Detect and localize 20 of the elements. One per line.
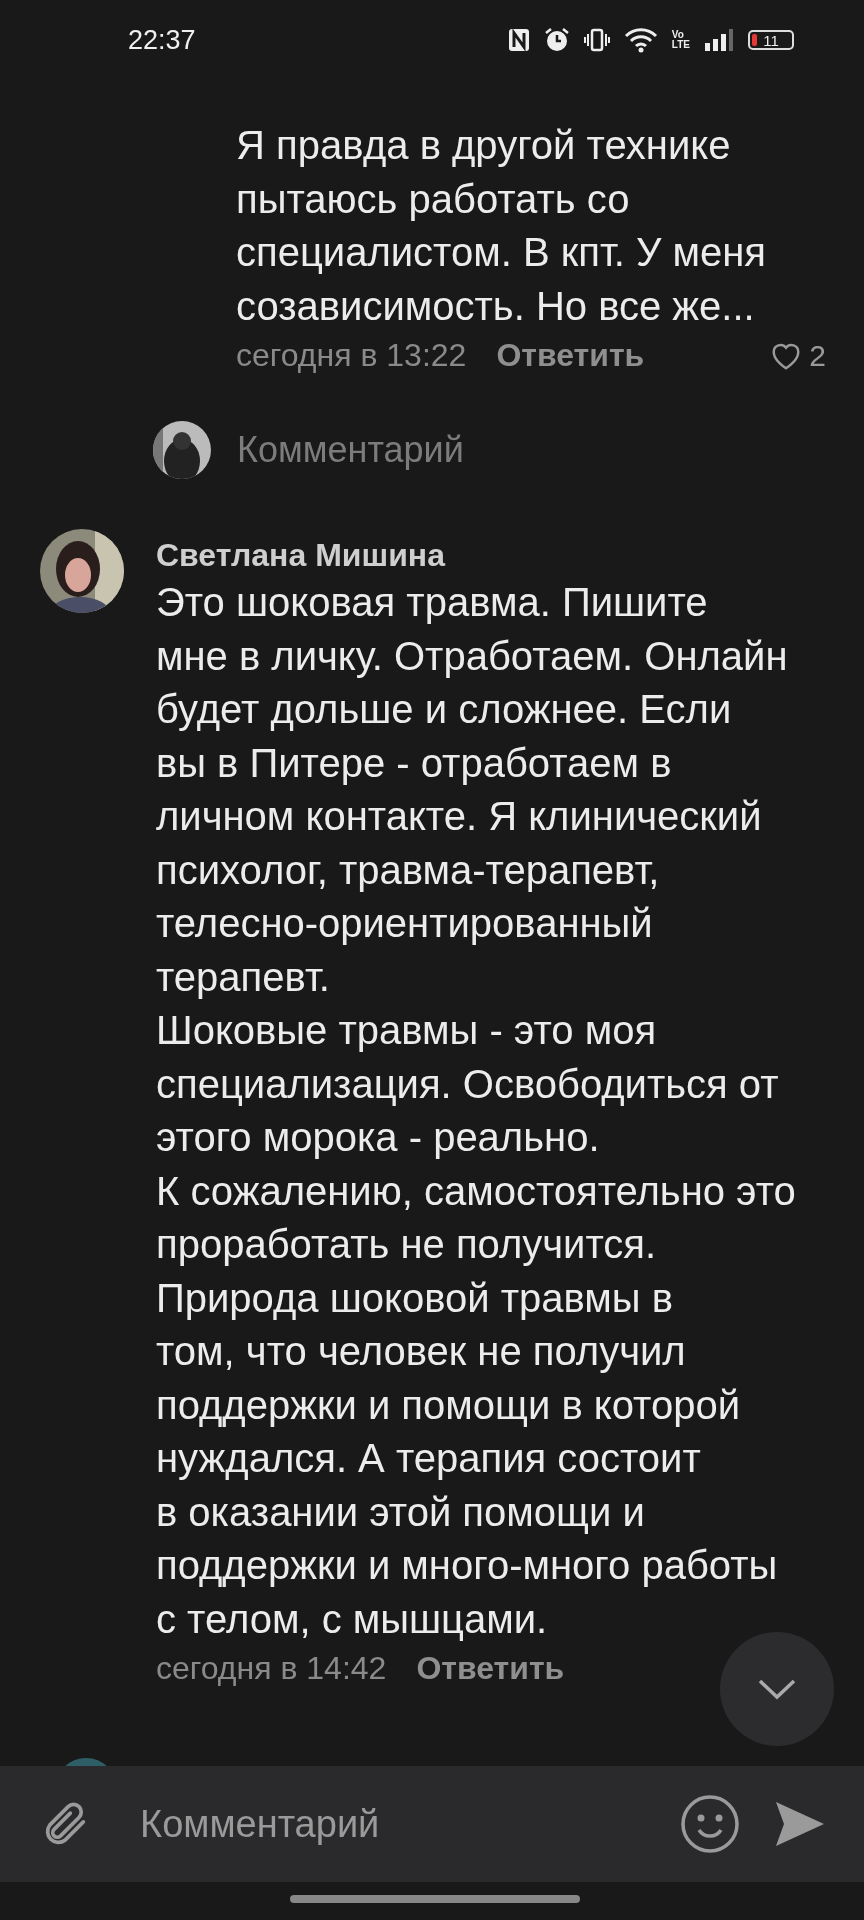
vibrate-icon: [583, 28, 610, 52]
reply-link[interactable]: Ответить: [416, 1650, 565, 1687]
reply-link[interactable]: Ответить: [496, 337, 645, 374]
volte-label: Vo LTE: [671, 30, 690, 50]
comment-input[interactable]: Комментарий: [138, 1801, 680, 1847]
comment-field[interactable]: Комментарий: [237, 429, 464, 471]
smiley-icon[interactable]: [680, 1794, 740, 1854]
comment-time: сегодня в 13:22: [236, 337, 467, 374]
comment-time: сегодня в 14:42: [156, 1650, 387, 1687]
signal-icon: [704, 28, 734, 52]
wifi-icon: [623, 27, 658, 53]
alarm-icon: [543, 27, 570, 53]
nfc-icon: [507, 28, 530, 52]
clock: 22:37: [128, 24, 196, 56]
comment-text: Это шоковая травма. Пишите мне в личку. Отработаем. Онлайн будет дольше и сложнее. Если вы в Питере - отработаем в личном контакте. Я клинический психолог, травма-терапевт, телесно-ориентированный терапевт. Шоковые травмы - это моя специализация. Освободиться от этого морока - реально. К сожалению, самостоятельно это проработать не получится. Природа шоковой травмы в том, что человек не получил поддержки и помощи в которой нуждался. А терапия состоит в оказании этой помощи и поддержки и много-много работы с телом, с мышцами.: [156, 579, 796, 1643]
chevron-down-icon: [757, 1678, 797, 1700]
battery-icon: 11: [748, 30, 794, 50]
comment-text: Я правда в другой технике пытаюсь работать со специалистом. В кпт. У меня созависимость. Но все же...: [236, 122, 768, 330]
like-count: 2: [809, 338, 826, 373]
author-name[interactable]: Светлана Мишина: [156, 537, 796, 574]
